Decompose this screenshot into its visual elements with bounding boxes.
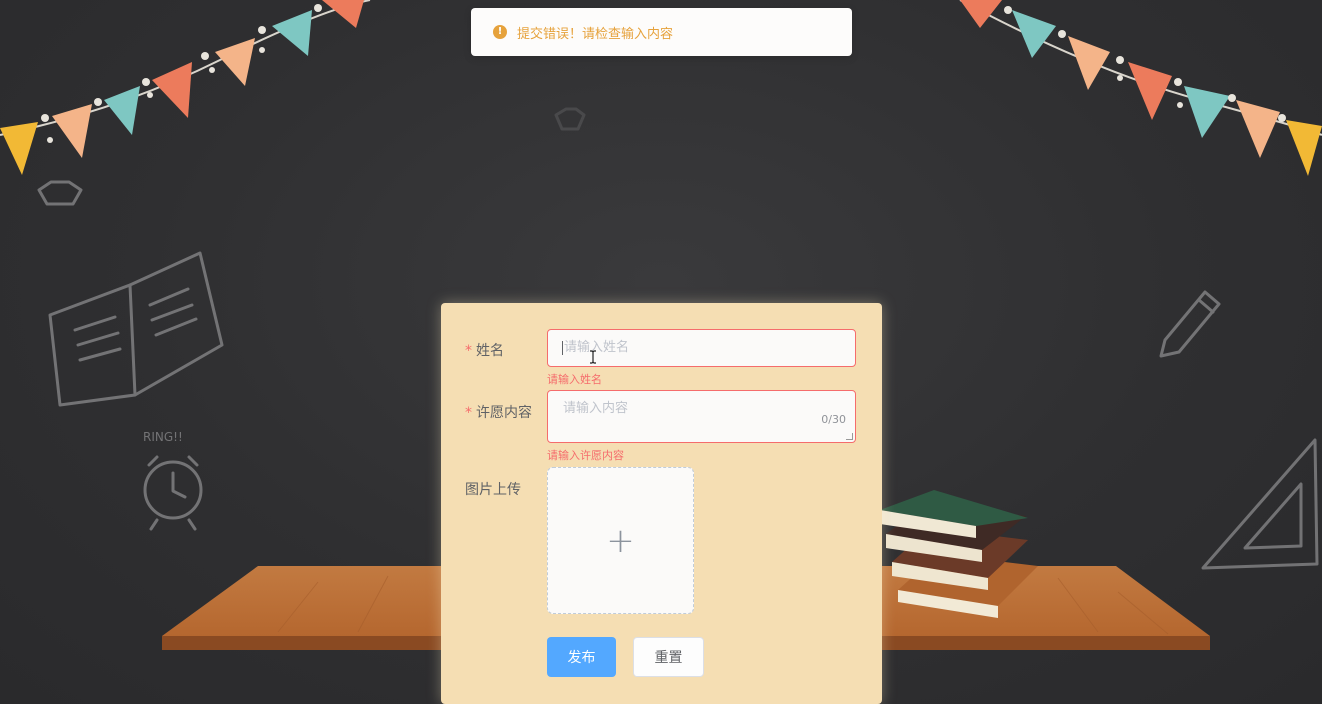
chalk-doodle-icon	[37, 180, 83, 206]
wish-label-text: 许愿内容	[476, 405, 532, 421]
alarm-clock-icon: RING!!	[143, 430, 203, 531]
text-cursor-icon	[590, 350, 596, 364]
resize-handle-icon[interactable]	[846, 433, 853, 440]
text-caret	[562, 340, 563, 355]
image-upload-label: 图片上传	[465, 482, 521, 498]
toast-message: 提交错误！请检查输入内容	[517, 26, 674, 42]
required-mark: *	[465, 343, 472, 359]
publish-button[interactable]: 发布	[547, 637, 616, 677]
bunting-right-decoration	[959, 0, 1322, 176]
plus-icon: +	[606, 520, 635, 561]
required-mark: *	[465, 405, 472, 421]
wish-error-message: 请输入许愿内容	[547, 449, 624, 462]
wish-char-counter: 0/30	[821, 413, 846, 426]
reset-button[interactable]: 重置	[633, 637, 704, 677]
chalk-triangle-ruler-icon	[1201, 438, 1319, 570]
book-stack-decoration	[880, 490, 1038, 618]
chalk-pencil-icon	[1159, 290, 1221, 358]
clock-ring-text: RING!!	[143, 430, 183, 444]
wish-label: * 许愿内容	[465, 402, 532, 422]
name-label: * 姓名	[465, 340, 504, 360]
bunting-left-decoration	[0, 0, 371, 175]
error-toast: ! 提交错误！请检查输入内容	[471, 8, 852, 56]
image-upload-area[interactable]: +	[547, 467, 694, 614]
wish-form-card: * 姓名 请输入姓名 请输入姓名 * 许愿内容 请输入内容 0/30 请输入许愿内容…	[441, 303, 882, 704]
warning-icon: !	[493, 25, 507, 39]
chalk-book-icon	[48, 251, 224, 407]
name-label-text: 姓名	[476, 343, 504, 359]
chalk-faint-doodle-icon	[554, 107, 586, 131]
wish-textarea[interactable]: 请输入内容 0/30	[547, 390, 856, 443]
wish-textarea-placeholder: 请输入内容	[563, 401, 629, 416]
name-error-message: 请输入姓名	[547, 373, 602, 386]
